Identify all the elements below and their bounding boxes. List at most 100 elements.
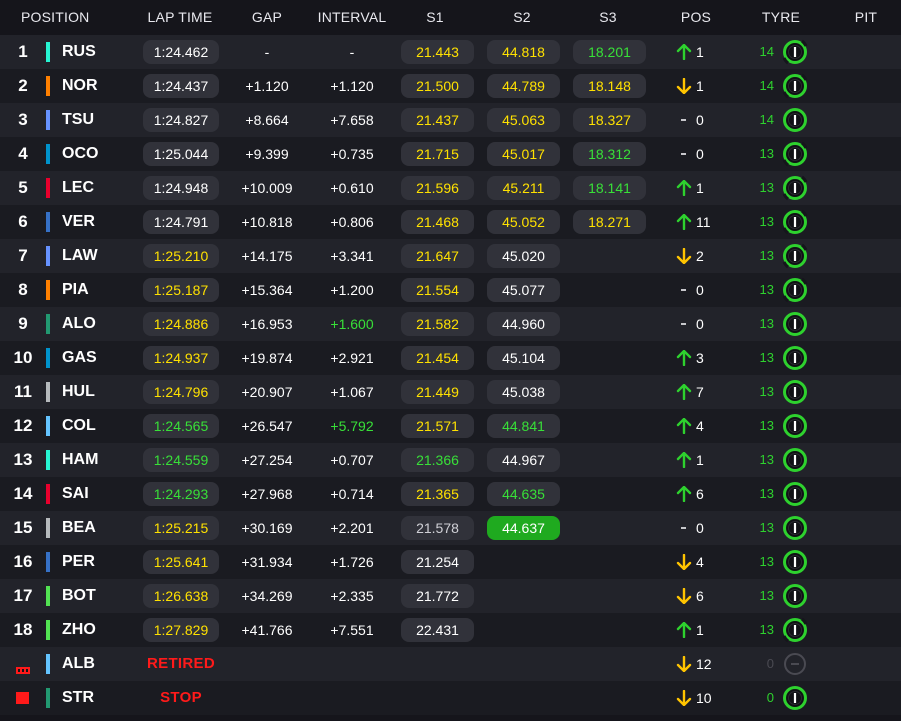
tyre-intermediate-partial-icon[interactable] bbox=[782, 277, 808, 303]
col-s3-header[interactable]: S3 bbox=[593, 0, 623, 35]
tyre-age: 14 bbox=[759, 78, 774, 93]
tyre-intermediate-partial-icon[interactable] bbox=[782, 243, 808, 269]
tyre-intermediate-partial-icon[interactable] bbox=[782, 141, 808, 167]
arrow-up-icon bbox=[676, 213, 692, 231]
team-color-bar bbox=[46, 178, 50, 198]
table-row[interactable]: 3 TSU 1:24.827 +8.664 +7.658 21.437 45.063 18.3… bbox=[0, 103, 901, 137]
driver-code[interactable]: VER bbox=[62, 205, 122, 239]
col-position-header[interactable]: POSITION bbox=[21, 0, 90, 35]
tyre-intermediate-icon[interactable] bbox=[782, 311, 808, 337]
table-row[interactable]: 9 ALO 1:24.886 +16.953 +1.600 21.582 44.960 0 13 bbox=[0, 307, 901, 341]
position-number: 7 bbox=[18, 246, 28, 265]
position-number: 17 bbox=[13, 586, 33, 605]
sector-s1-time: 21.578 bbox=[401, 516, 474, 540]
col-laptime-header[interactable]: LAP TIME bbox=[140, 0, 220, 35]
driver-code[interactable]: PER bbox=[62, 545, 122, 579]
table-row[interactable]: 4 OCO 1:25.044 +9.399 +0.735 21.715 45.017 18.3… bbox=[0, 137, 901, 171]
driver-code[interactable]: BOT bbox=[62, 579, 122, 613]
driver-code[interactable]: PIA bbox=[62, 273, 122, 307]
table-row[interactable]: 18 ZHO 1:27.829 +41.766 +7.551 22.431 1 13 bbox=[0, 613, 901, 647]
col-gap-header[interactable]: GAP bbox=[237, 0, 297, 35]
tyre-intermediate-partial-icon[interactable] bbox=[782, 209, 808, 235]
table-row[interactable]: 8 PIA 1:25.187 +15.364 +1.200 21.554 45.077 0 13 bbox=[0, 273, 901, 307]
team-color-bar bbox=[46, 552, 50, 572]
position-change: 1 bbox=[696, 180, 704, 196]
position-change: 0 bbox=[696, 146, 704, 162]
tyre-intermediate-icon[interactable] bbox=[782, 515, 808, 541]
table-row[interactable]: STR STOP 10 0 bbox=[0, 681, 901, 715]
interval-value: +2.335 bbox=[330, 588, 374, 604]
table-row[interactable]: 11 HUL 1:24.796 +20.907 +1.067 21.449 45.038 7 1… bbox=[0, 375, 901, 409]
table-row[interactable]: 17 BOT 1:26.638 +34.269 +2.335 21.772 6 13 bbox=[0, 579, 901, 613]
tyre-intermediate-icon[interactable] bbox=[782, 379, 808, 405]
sector-s3-time: 18.201 bbox=[573, 40, 646, 64]
tyre-intermediate-partial-icon[interactable] bbox=[782, 617, 808, 643]
tyre-intermediate-icon[interactable] bbox=[782, 107, 808, 133]
driver-code[interactable]: LEC bbox=[62, 171, 122, 205]
table-row[interactable]: 5 LEC 1:24.948 +10.009 +0.610 21.596 45.211 18.… bbox=[0, 171, 901, 205]
interval-value: +7.551 bbox=[330, 622, 374, 638]
tyre-intermediate-partial-icon[interactable] bbox=[782, 175, 808, 201]
sector-s2-time: 44.841 bbox=[487, 414, 560, 438]
col-pos-header[interactable]: POS bbox=[674, 0, 718, 35]
interval-value: +1.600 bbox=[330, 316, 374, 332]
table-row[interactable]: 12 COL 1:24.565 +26.547 +5.792 21.571 44.841 4 1… bbox=[0, 409, 901, 443]
driver-code[interactable]: SAI bbox=[62, 477, 122, 511]
tyre-age: 13 bbox=[759, 214, 774, 229]
col-s2-header[interactable]: S2 bbox=[507, 0, 537, 35]
driver-code[interactable]: ZHO bbox=[62, 613, 122, 647]
position-number: 2 bbox=[18, 76, 28, 95]
tyre-intermediate-icon[interactable] bbox=[782, 345, 808, 371]
tyre-intermediate-icon[interactable] bbox=[782, 583, 808, 609]
table-row[interactable]: 15 BEA 1:25.215 +30.169 +2.201 21.578 44.637 0 1… bbox=[0, 511, 901, 545]
driver-code[interactable]: BEA bbox=[62, 511, 122, 545]
driver-code[interactable]: HUL bbox=[62, 375, 122, 409]
lap-time: 1:25.641 bbox=[143, 550, 219, 574]
interval-value: +0.714 bbox=[330, 486, 374, 502]
position-number: 3 bbox=[18, 110, 28, 129]
tyre-intermediate-partial-icon[interactable] bbox=[782, 39, 808, 65]
table-row[interactable]: 7 LAW 1:25.210 +14.175 +3.341 21.647 45.020 2 13 bbox=[0, 239, 901, 273]
lap-time: 1:24.827 bbox=[143, 108, 219, 132]
tyre-intermediate-icon[interactable] bbox=[782, 481, 808, 507]
col-pit-header[interactable]: PIT bbox=[849, 0, 883, 35]
sector-s2-time: 45.038 bbox=[487, 380, 560, 404]
tyre-intermediate-icon[interactable] bbox=[782, 685, 808, 711]
table-row[interactable]: ALB RETIRED 12 0 bbox=[0, 647, 901, 681]
tyre-intermediate-icon[interactable] bbox=[782, 447, 808, 473]
driver-code[interactable]: TSU bbox=[62, 103, 122, 137]
driver-code[interactable]: GAS bbox=[62, 341, 122, 375]
col-interval-header[interactable]: INTERVAL bbox=[312, 0, 392, 35]
tyre-unknown-icon[interactable] bbox=[782, 651, 808, 677]
col-s1-header[interactable]: S1 bbox=[420, 0, 450, 35]
table-row[interactable]: 6 VER 1:24.791 +10.818 +0.806 21.468 45.052 18.… bbox=[0, 205, 901, 239]
driver-code[interactable]: ALB bbox=[62, 647, 122, 681]
table-row[interactable]: 2 NOR 1:24.437 +1.120 +1.120 21.500 44.789 18.1… bbox=[0, 69, 901, 103]
tyre-intermediate-icon[interactable] bbox=[782, 549, 808, 575]
driver-code[interactable]: COL bbox=[62, 409, 122, 443]
position-change: 2 bbox=[696, 248, 704, 264]
driver-code[interactable]: ALO bbox=[62, 307, 122, 341]
table-row[interactable]: 13 HAM 1:24.559 +27.254 +0.707 21.366 44.967 1 1… bbox=[0, 443, 901, 477]
driver-code[interactable]: LAW bbox=[62, 239, 122, 273]
lap-time: 1:24.437 bbox=[143, 74, 219, 98]
tyre-age: 14 bbox=[759, 44, 774, 59]
team-color-bar bbox=[46, 654, 50, 674]
tyre-intermediate-icon[interactable] bbox=[782, 413, 808, 439]
lap-time: 1:24.462 bbox=[143, 40, 219, 64]
tyre-age: 14 bbox=[759, 112, 774, 127]
tyre-age: 0 bbox=[766, 656, 774, 671]
driver-code[interactable]: STR bbox=[62, 681, 122, 715]
driver-code[interactable]: OCO bbox=[62, 137, 122, 171]
tyre-intermediate-partial-icon[interactable] bbox=[782, 73, 808, 99]
arrow-up-icon bbox=[676, 383, 692, 401]
table-row[interactable]: 14 SAI 1:24.293 +27.968 +0.714 21.365 44.635 6 1… bbox=[0, 477, 901, 511]
table-row[interactable]: 10 GAS 1:24.937 +19.874 +2.921 21.454 45.104 3 1… bbox=[0, 341, 901, 375]
driver-code[interactable]: RUS bbox=[62, 35, 122, 69]
driver-code[interactable]: HAM bbox=[62, 443, 122, 477]
col-tyre-header[interactable]: TYRE bbox=[757, 0, 805, 35]
driver-code[interactable]: NOR bbox=[62, 69, 122, 103]
table-row[interactable]: 1 RUS 1:24.462 - - 21.443 44.818 18.201 1 14 bbox=[0, 35, 901, 69]
table-row[interactable]: 16 PER 1:25.641 +31.934 +1.726 21.254 4 13 bbox=[0, 545, 901, 579]
lap-time: 1:25.044 bbox=[143, 142, 219, 166]
